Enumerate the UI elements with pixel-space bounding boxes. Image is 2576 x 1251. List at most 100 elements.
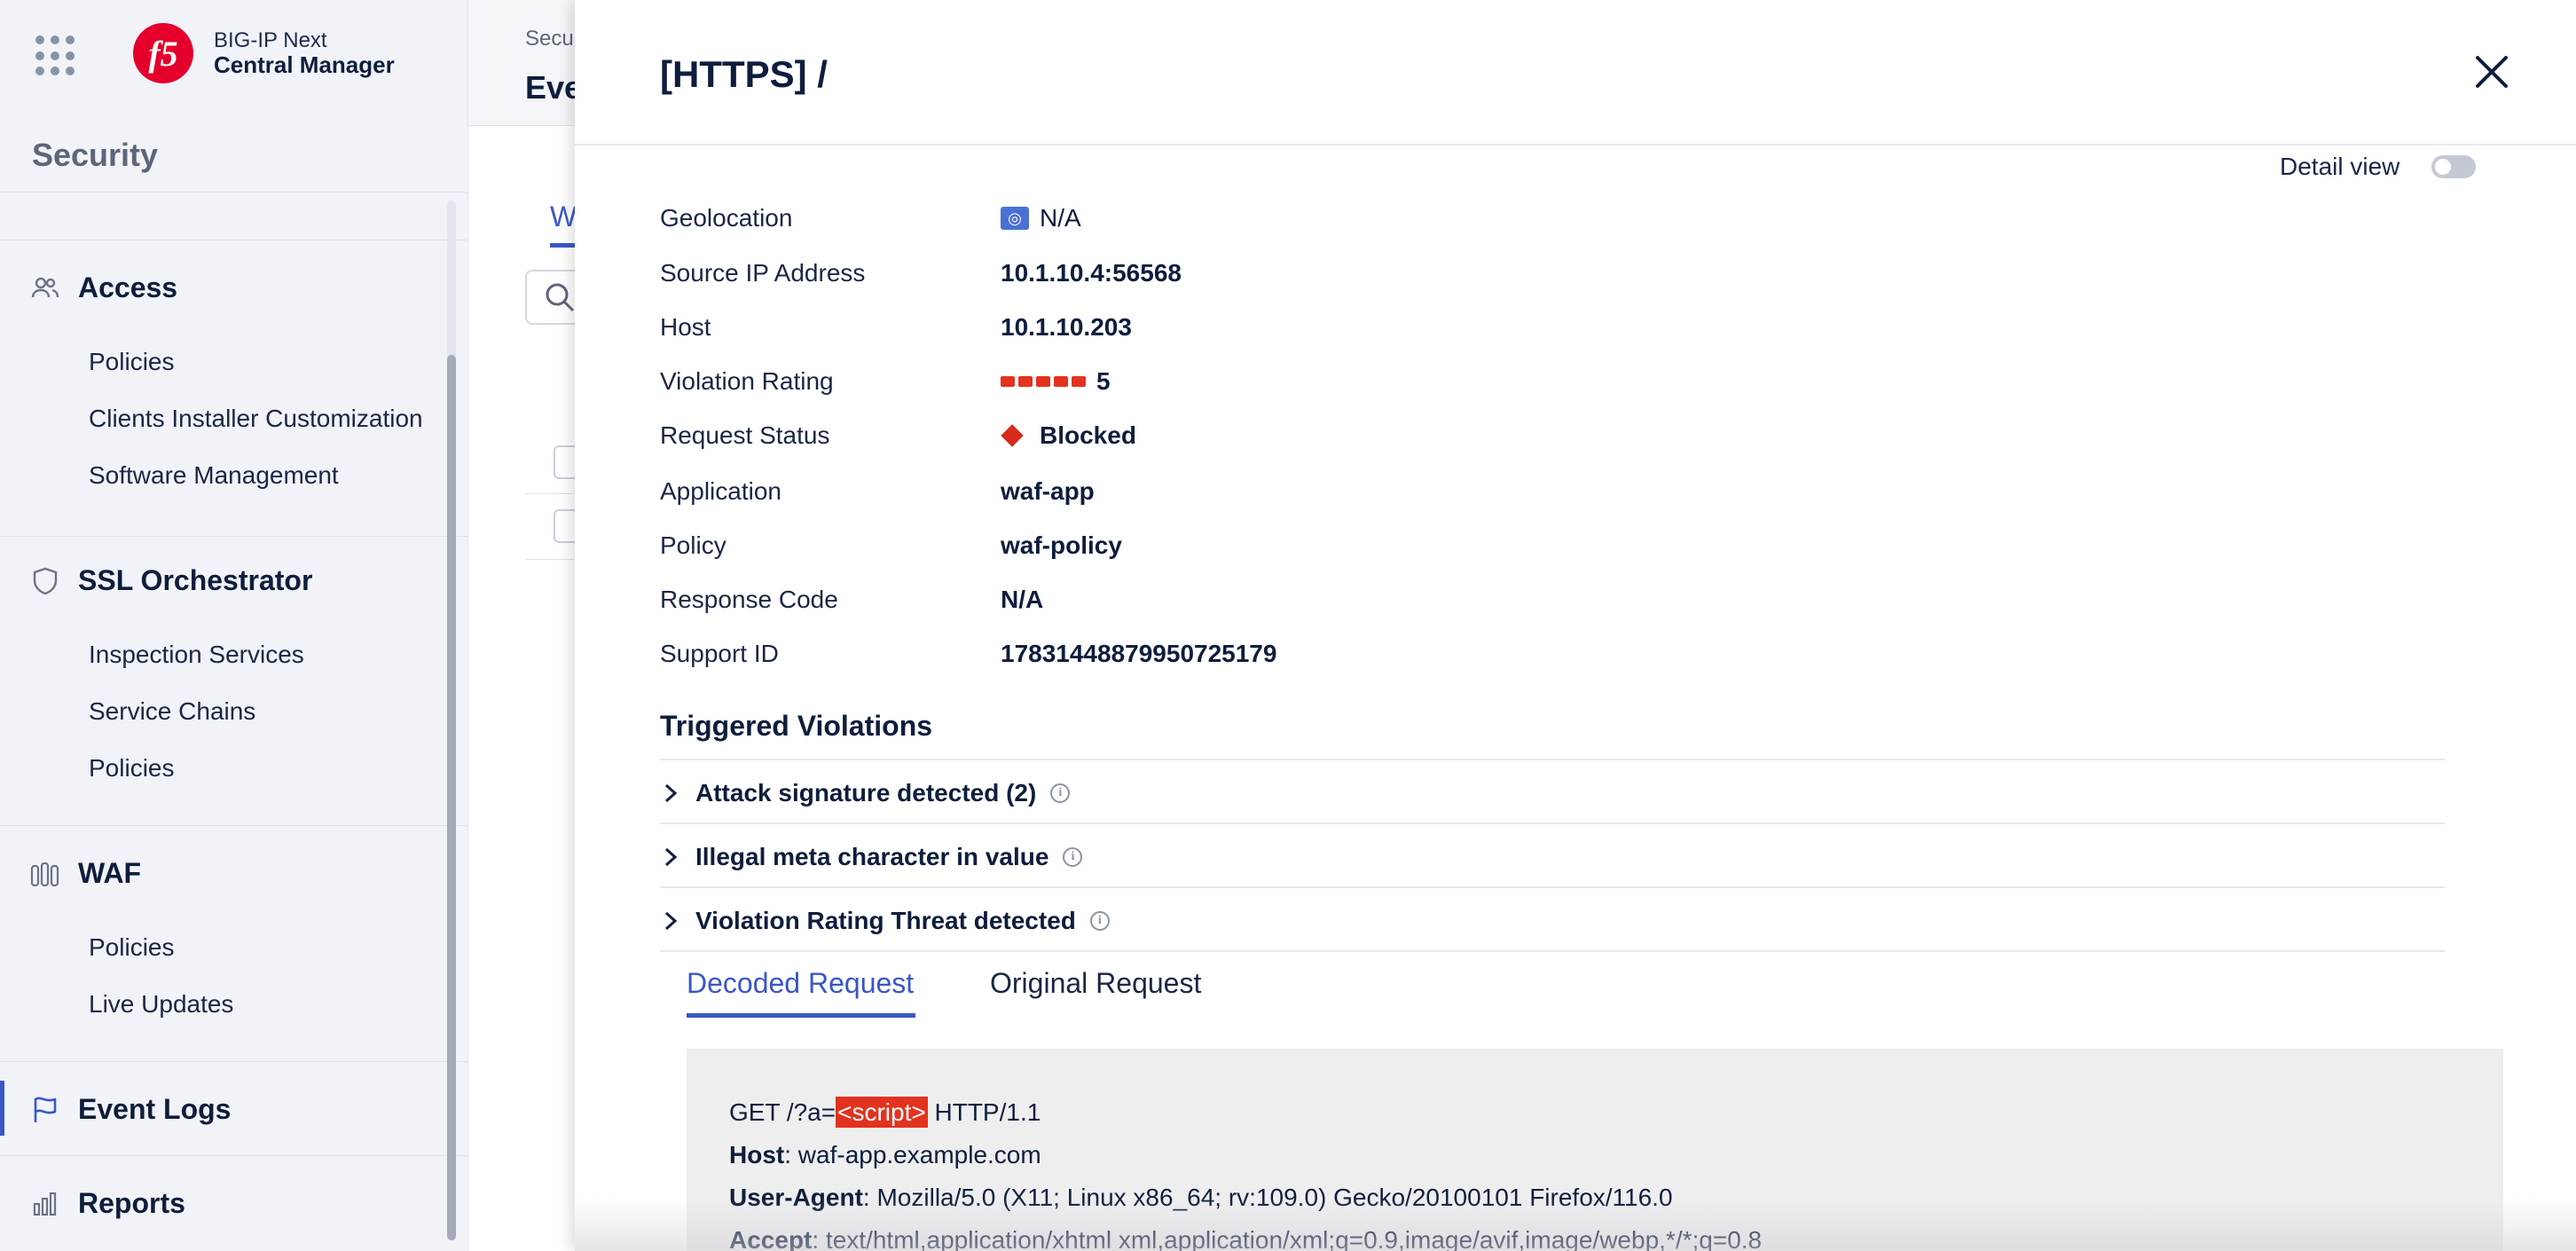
waf-icon <box>30 859 60 889</box>
detail-view-toggle[interactable] <box>2431 155 2477 178</box>
sidebar-item-inspection-services[interactable]: Inspection Services <box>89 641 304 669</box>
violation-label: Violation Rating Threat detected <box>695 907 1076 934</box>
sidebar-item-clients-installer[interactable]: Clients Installer Customization <box>89 405 423 433</box>
sidebar-section-title: Security <box>32 137 159 173</box>
drawer-header: [HTTPS] / <box>575 0 2576 146</box>
field-request-status: Request Status Blocked <box>660 421 1547 457</box>
field-value: 5 <box>1001 367 1111 396</box>
field-policy: Policy waf-policy <box>660 531 1547 567</box>
page-title: Eve <box>525 69 583 106</box>
header-user-agent: User-Agent: Mozilla/5.0 (X11; Linux x86_… <box>729 1184 1673 1212</box>
triggered-violations-heading: Triggered Violations <box>660 710 933 742</box>
sidebar-item-software-management[interactable]: Software Management <box>89 461 339 490</box>
info-icon[interactable]: i <box>1089 911 1110 931</box>
search-icon <box>546 283 575 312</box>
tab-decoded-request[interactable]: Decoded Request <box>687 967 914 1000</box>
tab-active-underline <box>687 1013 915 1018</box>
field-label: Response Code <box>660 586 838 613</box>
highlighted-payload: <script> <box>836 1097 928 1128</box>
flag-icon <box>30 1095 60 1125</box>
sidebar-item-waf-policies[interactable]: Policies <box>89 933 174 962</box>
violations-divider <box>660 886 2445 888</box>
request-status-value: Blocked <box>1040 421 1136 449</box>
detail-view-control: Detail view <box>2280 153 2477 181</box>
violations-divider <box>660 950 2445 952</box>
geolocation-value: N/A <box>1040 204 1081 232</box>
event-detail-drawer: [HTTPS] / Detail view Geolocation ◎ N/A … <box>575 0 2576 1251</box>
sidebar-item-access-policies[interactable]: Policies <box>89 348 174 376</box>
violations-divider <box>660 822 2445 824</box>
table-row-divider <box>525 493 578 494</box>
sidebar-scrollbar-thumb[interactable] <box>447 355 456 1240</box>
sidebar-group-label: SSL Orchestrator <box>78 564 313 596</box>
sidebar-item-label: Reports <box>78 1187 185 1219</box>
table-row-divider <box>525 559 578 560</box>
field-support-id: Support ID 17831448879950725179 <box>660 640 1547 675</box>
close-icon <box>2476 56 2508 88</box>
violation-item[interactable]: Attack signature detected (2) i <box>660 767 2445 820</box>
request-line: GET /?a=<script> HTTP/1.1 <box>729 1097 1041 1128</box>
sidebar-item-ssl-policies[interactable]: Policies <box>89 754 174 783</box>
background-page-header <box>468 0 575 126</box>
sidebar-group-waf[interactable]: WAF <box>30 857 141 890</box>
field-value: Blocked <box>1001 421 1136 450</box>
response-code-value: N/A <box>1001 586 1044 613</box>
users-icon <box>30 273 60 303</box>
header-value: : text/html,application/xhtml xml,applic… <box>812 1226 1763 1251</box>
field-label: Host <box>660 313 711 341</box>
header-value: : Mozilla/5.0 (X11; Linux x86_64; rv:109… <box>862 1184 1673 1211</box>
violation-rating-bars <box>1001 376 1086 387</box>
breadcrumb[interactable]: Secu <box>525 27 574 51</box>
brand-product-name: Central Manager <box>214 51 395 78</box>
blocked-icon <box>1001 424 1024 447</box>
request-code-block: GET /?a=<script> HTTP/1.1 Host: waf-app.… <box>687 1049 2503 1251</box>
request-protocol: HTTP/1.1 <box>927 1098 1041 1126</box>
request-method-path: GET /?a= <box>729 1098 836 1126</box>
sidebar-group-label: WAF <box>78 857 142 889</box>
tab-original-request[interactable]: Original Request <box>990 967 1201 1000</box>
field-label: Request Status <box>660 421 830 449</box>
field-label: Support ID <box>660 640 779 667</box>
field-source-ip: Source IP Address 10.1.10.4:56568 <box>660 259 1547 295</box>
sidebar-item-live-updates[interactable]: Live Updates <box>89 990 233 1019</box>
field-label: Application <box>660 477 781 505</box>
host-value: 10.1.10.203 <box>1001 313 1132 341</box>
sidebar-item-service-chains[interactable]: Service Chains <box>89 697 255 726</box>
field-label: Policy <box>660 531 726 559</box>
info-icon[interactable]: i <box>1050 783 1071 803</box>
sidebar-divider <box>0 192 468 193</box>
field-application: Application waf-app <box>660 477 1547 513</box>
header-key: Accept <box>729 1226 813 1251</box>
header-host: Host: waf-app.example.com <box>729 1141 1041 1169</box>
bar-chart-icon <box>30 1189 60 1219</box>
field-label: Violation Rating <box>660 367 834 395</box>
violation-item[interactable]: Illegal meta character in value i <box>660 830 2445 884</box>
sidebar-divider <box>0 536 468 537</box>
sidebar-divider <box>0 1061 468 1062</box>
application-value: waf-app <box>1001 477 1095 505</box>
sidebar-item-event-logs[interactable]: Event Logs <box>30 1093 231 1126</box>
close-button[interactable] <box>2470 50 2514 94</box>
sidebar-group-ssl-orchestrator[interactable]: SSL Orchestrator <box>30 564 312 597</box>
field-geolocation: Geolocation ◎ N/A <box>660 204 1547 240</box>
app-launcher-icon[interactable] <box>35 35 76 76</box>
field-host: Host 10.1.10.203 <box>660 313 1547 349</box>
violation-item[interactable]: Violation Rating Threat detected i <box>660 894 2445 948</box>
tab-waf[interactable]: W <box>550 201 577 233</box>
info-icon[interactable]: i <box>1063 847 1083 867</box>
header-key: User-Agent <box>729 1184 863 1211</box>
violation-label: Attack signature detected (2) <box>695 779 1037 806</box>
field-response-code: Response Code N/A <box>660 586 1547 621</box>
policy-value: waf-policy <box>1001 531 1122 559</box>
field-label: Source IP Address <box>660 259 866 287</box>
sidebar-group-access[interactable]: Access <box>30 271 177 304</box>
sidebar-item-label: Event Logs <box>78 1093 232 1125</box>
drawer-title: [HTTPS] / <box>660 53 828 95</box>
active-indicator <box>0 1081 4 1136</box>
violation-rating-value: 5 <box>1096 367 1111 395</box>
f5-logo: f5 <box>133 23 193 83</box>
chevron-right-icon <box>660 846 681 868</box>
violations-divider <box>660 759 2445 760</box>
header-accept: Accept: text/html,application/xhtml xml,… <box>729 1226 1762 1251</box>
sidebar-item-reports[interactable]: Reports <box>30 1187 185 1220</box>
